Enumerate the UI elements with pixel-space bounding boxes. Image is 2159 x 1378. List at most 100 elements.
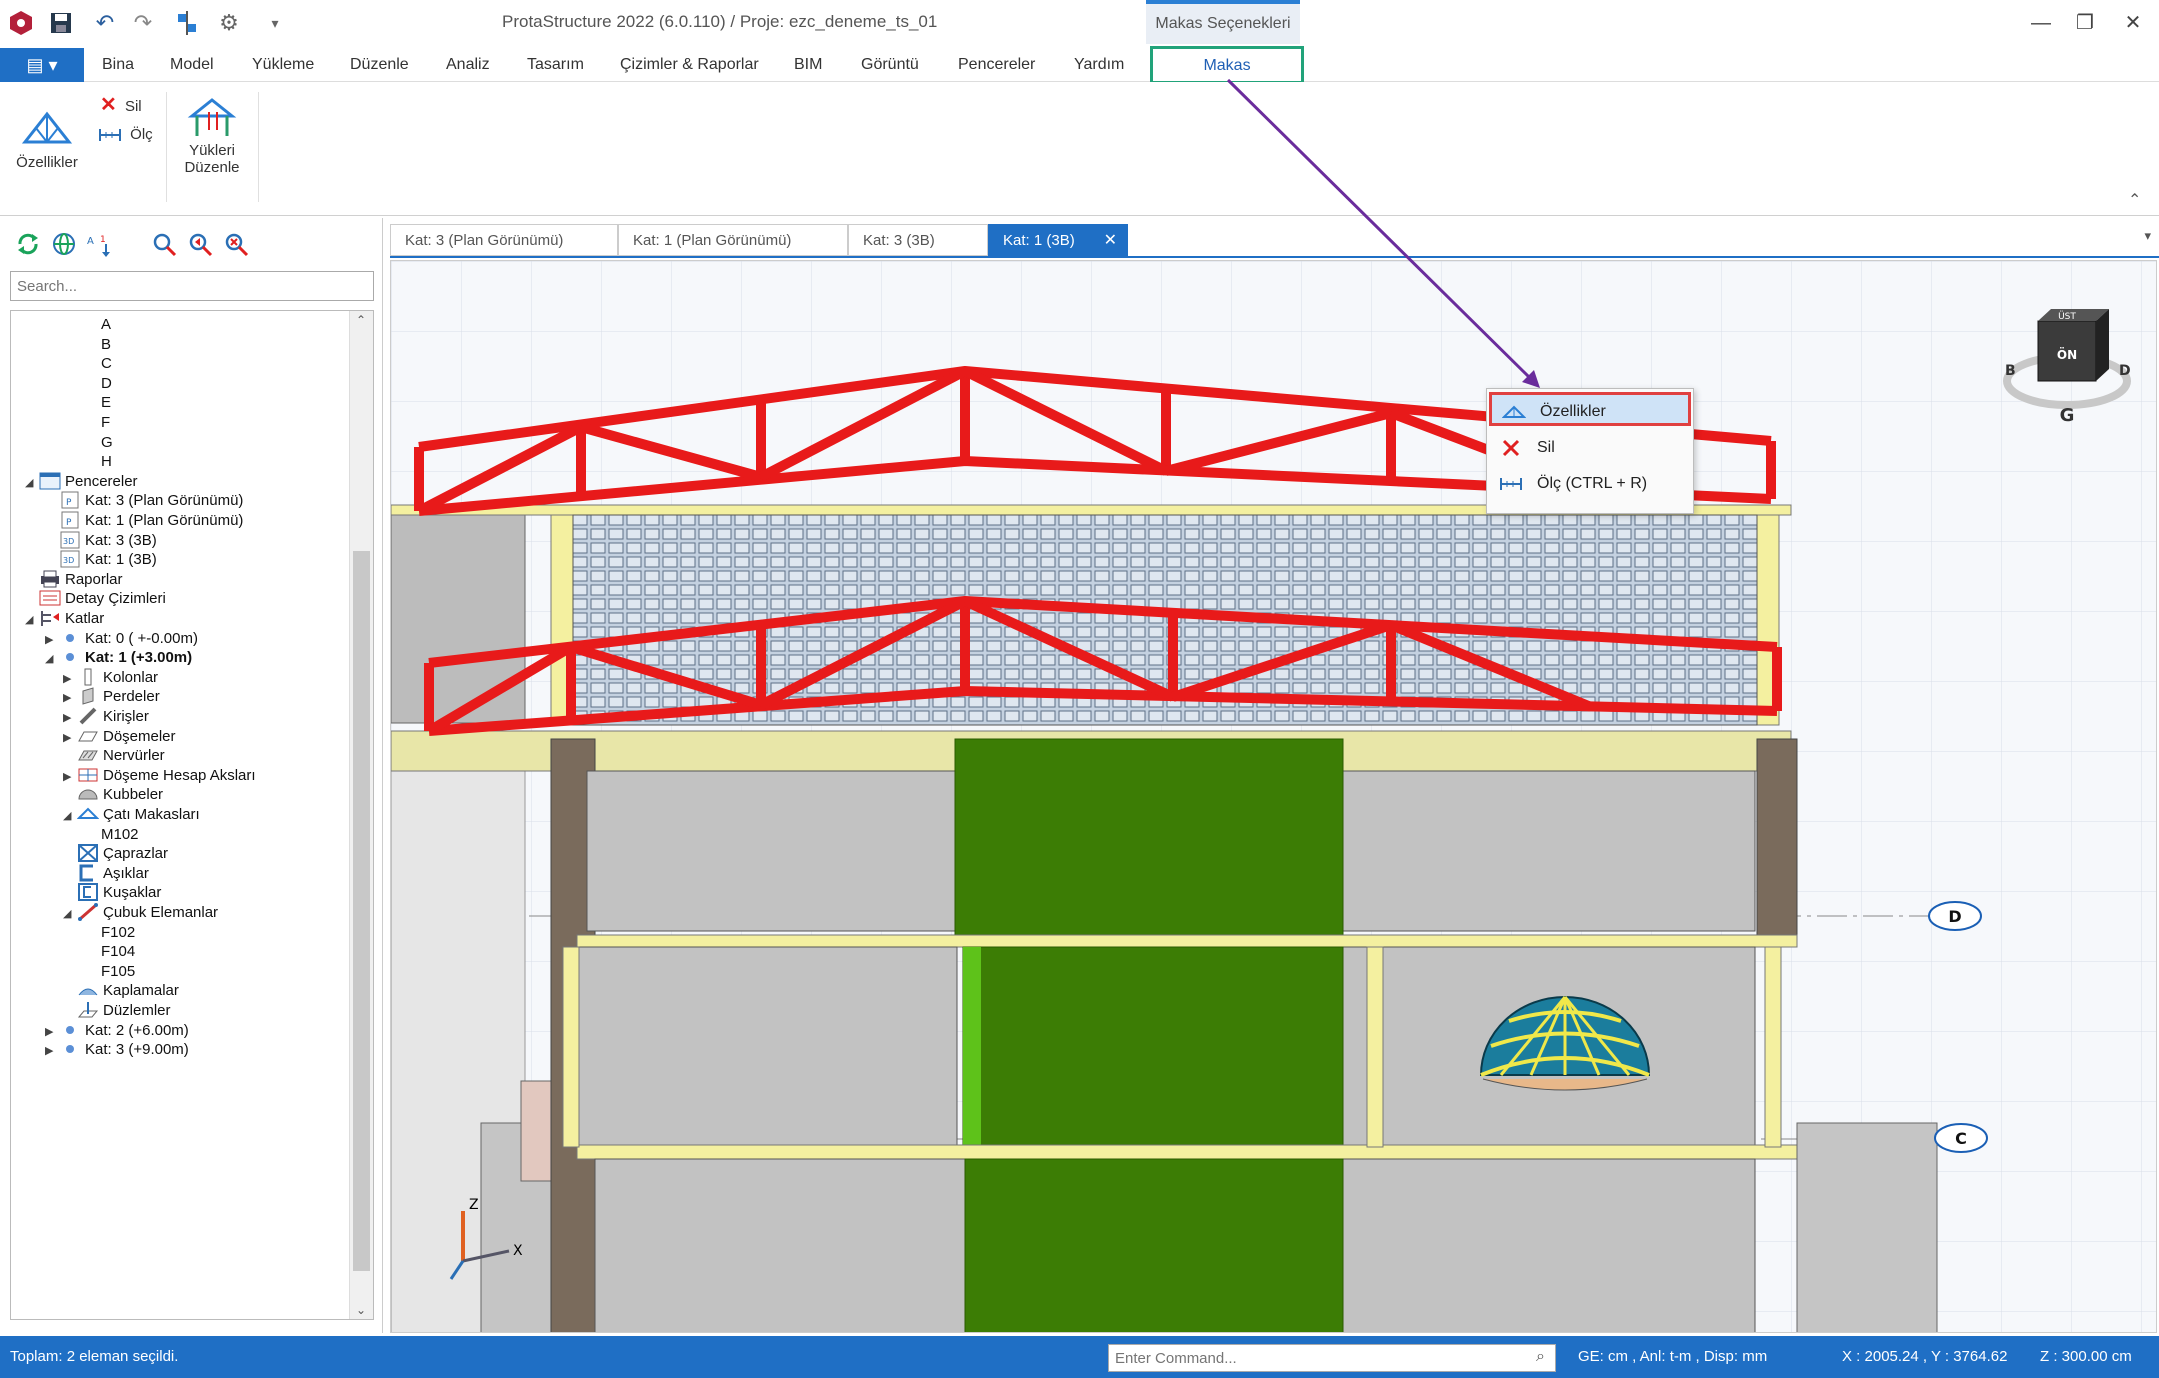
tabs-dropdown-icon[interactable]: ▾ xyxy=(2144,228,2151,244)
close-tab-icon[interactable]: ✕ xyxy=(1104,225,1117,257)
tab-cizimler-raporlar[interactable]: Çizimler & Raporlar xyxy=(620,48,759,82)
tab-bina[interactable]: Bina xyxy=(102,48,134,82)
doc-tab-kat1-3b[interactable]: Kat: 1 (3B) ✕ xyxy=(988,224,1128,256)
tree-search-input[interactable] xyxy=(10,271,374,301)
tab-pencereler[interactable]: Pencereler xyxy=(958,48,1035,82)
menu-item-olc[interactable]: Ölç (CTRL + R) xyxy=(1489,467,1691,501)
structure-tool-icon[interactable] xyxy=(172,8,202,38)
collapse-arrow-icon[interactable]: ◢ xyxy=(63,803,77,830)
tree-scrollbar[interactable]: ⌃ ⌄ xyxy=(349,311,373,1319)
truss-properties-icon xyxy=(21,111,73,144)
settings-gear-icon[interactable]: ⚙ xyxy=(214,8,244,38)
tab-duzenle[interactable]: Düzenle xyxy=(350,48,409,82)
zoom-select-icon[interactable] xyxy=(150,230,178,258)
title-bar: ↶ ↷ ⚙ ▾ ProtaStructure 2022 (6.0.110) / … xyxy=(0,0,2159,48)
command-search-icon[interactable]: ⌕ xyxy=(1536,1348,1545,1366)
doc-tab-kat1-plan[interactable]: Kat: 1 (Plan Görünümü) xyxy=(618,224,848,256)
expand-arrow-icon[interactable]: ▶ xyxy=(63,725,77,752)
zoom-clear-icon[interactable] xyxy=(222,230,250,258)
expand-arrow-icon[interactable]: ▶ xyxy=(63,764,77,791)
viewcube-top-label[interactable]: ÜST xyxy=(2058,311,2076,322)
collapse-arrow-icon[interactable]: ◢ xyxy=(45,646,59,673)
restore-button[interactable]: ❐ xyxy=(2068,8,2102,38)
context-menu: Özellikler Sil Ölç (CTRL + R) xyxy=(1486,388,1694,514)
menu-item-label: Sil xyxy=(1537,439,1555,456)
minimize-button[interactable]: — xyxy=(2024,8,2058,38)
status-bar: Toplam: 2 eleman seçildi. ⌕ GE: cm , Anl… xyxy=(0,1336,2159,1378)
scroll-down-icon[interactable]: ⌄ xyxy=(356,1303,366,1317)
wall-panel xyxy=(1342,770,1756,932)
zoom-previous-icon[interactable] xyxy=(186,230,214,258)
tab-bim[interactable]: BIM xyxy=(794,48,822,82)
refresh-icon[interactable] xyxy=(14,230,42,258)
ribbon-separator xyxy=(166,92,167,202)
redo-icon[interactable]: ↷ xyxy=(128,8,158,38)
viewcube-bottom-label[interactable]: G xyxy=(2060,405,2075,426)
tree-node[interactable]: ▶ Kat: 3 (+9.00m) xyxy=(45,1036,189,1063)
block-right xyxy=(1796,1122,1938,1332)
tree-scroll-thumb[interactable] xyxy=(353,551,370,1271)
tree-node[interactable]: ◢ Çubuk Elemanlar xyxy=(63,899,218,926)
doc-tab-label: Kat: 1 (3B) xyxy=(1003,232,1075,249)
viewcube-front-label[interactable]: ÖN xyxy=(2057,347,2077,362)
app-logo-icon[interactable] xyxy=(6,8,36,38)
svg-text:A: A xyxy=(87,236,94,247)
edit-loads-icon xyxy=(187,98,237,136)
olc-button[interactable]: Ölç xyxy=(98,126,153,143)
yukleri-duzenle-button[interactable]: Yükleri Düzenle xyxy=(176,96,248,176)
truss-icon xyxy=(1502,405,1526,418)
undo-icon[interactable]: ↶ xyxy=(90,8,120,38)
collapse-arrow-icon[interactable]: ◢ xyxy=(25,470,39,497)
svg-text:1: 1 xyxy=(100,235,106,245)
project-explorer-panel: A1 ABCDEFGH◢PencerelerPKat: 3 (Plan Görü… xyxy=(0,218,383,1333)
doc-tab-kat3-plan[interactable]: Kat: 3 (Plan Görünümü) xyxy=(390,224,618,256)
collapse-arrow-icon[interactable]: ◢ xyxy=(63,901,77,928)
truss-icon xyxy=(77,807,99,820)
wall-column-right xyxy=(1756,738,1798,940)
tab-tasarim[interactable]: Tasarım xyxy=(527,48,584,82)
column-mid-right xyxy=(1764,946,1782,1148)
menu-item-ozellikler[interactable]: Özellikler xyxy=(1489,392,1691,426)
collapse-arrow-icon[interactable]: ◢ xyxy=(25,607,39,634)
viewcube-left-label[interactable]: B xyxy=(2005,363,2016,379)
tab-analiz[interactable]: Analiz xyxy=(446,48,490,82)
ribbon-separator xyxy=(258,92,259,202)
column-mid-left xyxy=(562,946,580,1148)
sil-button[interactable]: ✕ Sil xyxy=(100,92,142,117)
green-wall-edge xyxy=(963,947,981,1147)
collapse-ribbon-icon[interactable]: ⌃ xyxy=(2128,190,2141,210)
tab-yukleme[interactable]: Yükleme xyxy=(252,48,314,82)
svg-text:3D: 3D xyxy=(63,537,74,546)
tab-goruntu[interactable]: Görüntü xyxy=(861,48,919,82)
close-button[interactable]: ✕ xyxy=(2116,8,2150,38)
delete-icon xyxy=(1502,439,1520,457)
beam-lower xyxy=(576,1144,1798,1160)
scroll-up-icon[interactable]: ⌃ xyxy=(356,313,366,327)
globe-icon[interactable] xyxy=(50,230,78,258)
ribbon-panel: Özellikler ✕ Sil Ölç Yükleri Düzenle ⌃ xyxy=(0,82,2159,216)
tab-model[interactable]: Model xyxy=(170,48,214,82)
3d-model-drawing: D C Z X ÜST ÖN B D G xyxy=(391,261,2156,1332)
tab-yardim[interactable]: Yardım xyxy=(1074,48,1124,82)
menu-item-sil[interactable]: Sil xyxy=(1489,431,1691,465)
wall-panel xyxy=(586,770,956,932)
sort-az-icon[interactable]: A1 xyxy=(86,230,114,258)
windows-icon xyxy=(39,472,61,490)
axis-z-label: Z xyxy=(469,1197,479,1213)
ozellikler-button[interactable]: Özellikler xyxy=(12,106,82,171)
tab-makas[interactable]: Makas xyxy=(1150,46,1304,84)
wall-panel xyxy=(1342,1158,1756,1332)
command-input[interactable] xyxy=(1108,1344,1556,1372)
delete-icon: ✕ xyxy=(100,94,117,116)
doc-tab-kat3-3b[interactable]: Kat: 3 (3B) xyxy=(848,224,988,256)
units-status: GE: cm , Anl: t-m , Disp: mm xyxy=(1578,1348,1768,1365)
axis-x-label: X xyxy=(513,1243,523,1259)
green-shear-wall xyxy=(954,738,1344,940)
tree-node-label: Kat: 3 (+9.00m) xyxy=(85,1041,189,1059)
viewcube-right-label[interactable]: D xyxy=(2119,363,2131,379)
save-icon[interactable] xyxy=(46,8,76,38)
expand-arrow-icon[interactable]: ▶ xyxy=(45,1038,59,1065)
file-menu-button[interactable]: ▤ ▾ xyxy=(0,48,84,82)
qat-dropdown-icon[interactable]: ▾ xyxy=(260,8,290,38)
3d-viewport[interactable]: D C Z X ÜST ÖN B D G xyxy=(390,260,2157,1333)
